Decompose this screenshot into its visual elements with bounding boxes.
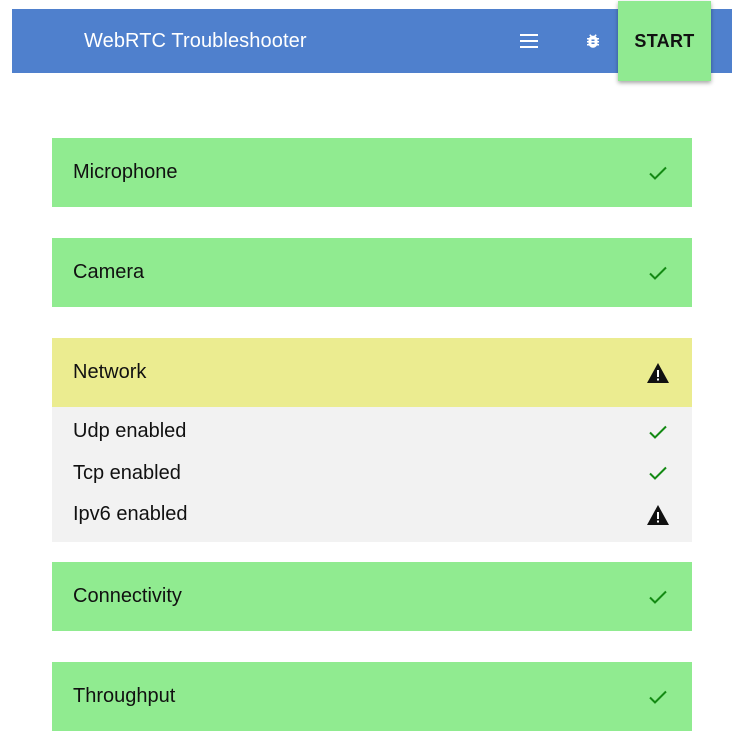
warning-icon [646,361,670,385]
suite-label: Connectivity [73,585,182,607]
check-icon [646,685,670,709]
suite-header-throughput[interactable]: Throughput [52,662,692,731]
suite-header-connectivity[interactable]: Connectivity [52,562,692,631]
check-icon [646,420,670,444]
test-label: Udp enabled [73,420,187,443]
bug-report-icon[interactable] [581,29,605,53]
suite-label: Network [73,361,147,383]
suite-network: Network Udp enabled Tcp enabled Ipv6 ena… [52,338,692,542]
check-icon [646,261,670,285]
suite-camera: Camera [52,238,692,307]
test-row-ipv6[interactable]: Ipv6 enabled [52,494,692,536]
warning-icon [646,503,670,527]
test-label: Ipv6 enabled [73,503,188,526]
suite-microphone: Microphone [52,138,692,207]
check-icon [646,161,670,185]
suite-label: Throughput [73,685,176,707]
suite-label: Camera [73,261,145,283]
app-title: WebRTC Troubleshooter [84,30,307,52]
check-icon [646,461,670,485]
test-row-tcp[interactable]: Tcp enabled [52,453,692,495]
suite-label: Microphone [73,161,178,183]
suite-connectivity: Connectivity [52,562,692,631]
test-label: Tcp enabled [73,461,181,484]
suite-throughput: Throughput [52,662,692,731]
menu-icon[interactable] [517,29,541,53]
check-icon [646,585,670,609]
suite-header-microphone[interactable]: Microphone [52,138,692,207]
start-button[interactable]: START [618,1,711,81]
network-test-list: Udp enabled Tcp enabled Ipv6 enabled [52,407,692,542]
test-row-udp[interactable]: Udp enabled [52,411,692,453]
suite-header-camera[interactable]: Camera [52,238,692,307]
suite-header-network[interactable]: Network [52,338,692,407]
